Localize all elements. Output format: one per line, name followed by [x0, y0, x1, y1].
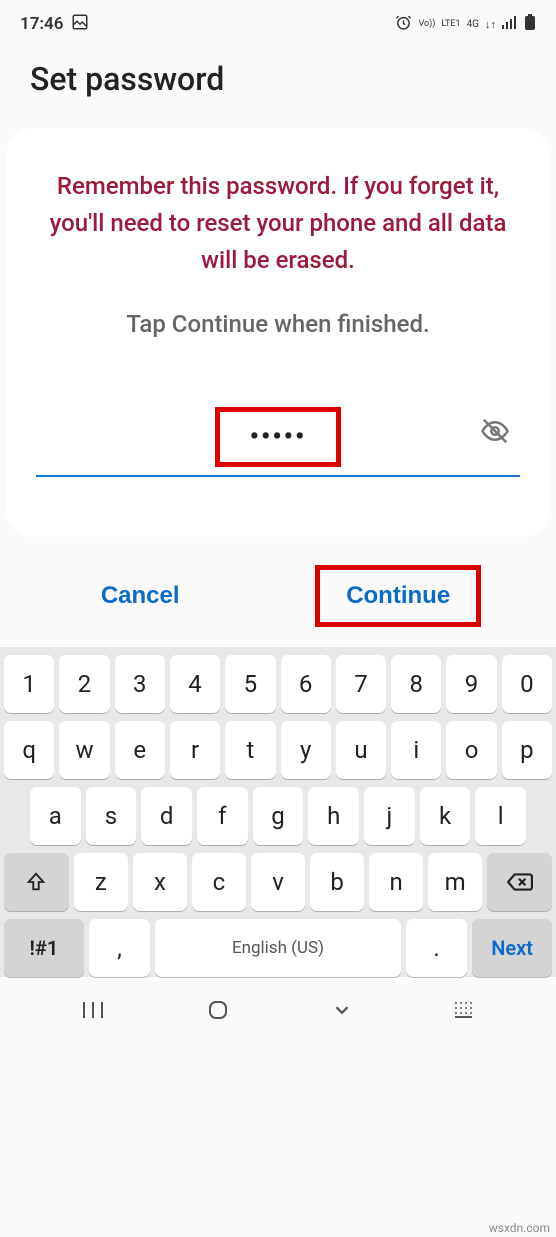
- status-bar: 17:46 Vo)) LTE1 4G ↓↑: [0, 0, 556, 40]
- action-row: Cancel Continue: [0, 537, 556, 647]
- key-e[interactable]: e: [115, 721, 165, 779]
- key-7[interactable]: 7: [336, 655, 386, 713]
- updown-icon: ↓↑: [485, 18, 496, 31]
- key-q[interactable]: q: [4, 721, 54, 779]
- network-label: LTE1: [441, 19, 460, 29]
- nav-keyboard-icon[interactable]: [454, 1001, 476, 1023]
- signal-bars-icon: [502, 15, 518, 33]
- key-k[interactable]: k: [420, 787, 471, 845]
- nav-recents-icon[interactable]: [81, 1000, 105, 1024]
- key-3[interactable]: 3: [115, 655, 165, 713]
- key-symbols[interactable]: !#1: [4, 919, 84, 977]
- key-x[interactable]: x: [133, 853, 187, 911]
- key-6[interactable]: 6: [281, 655, 331, 713]
- key-l[interactable]: l: [475, 787, 526, 845]
- key-p[interactable]: p: [502, 721, 552, 779]
- alarm-icon: [395, 14, 412, 35]
- keyboard: 1 2 3 4 5 6 7 8 9 0 q w e r t y u i o p …: [0, 647, 556, 977]
- key-period[interactable]: .: [406, 919, 467, 977]
- key-1[interactable]: 1: [4, 655, 54, 713]
- key-d[interactable]: d: [141, 787, 192, 845]
- status-time: 17:46: [20, 14, 63, 34]
- volte-label: Vo)): [418, 20, 435, 29]
- instruction-text: Tap Continue when finished.: [36, 310, 520, 338]
- key-backspace[interactable]: [487, 853, 552, 911]
- continue-button[interactable]: Continue: [315, 565, 481, 627]
- visibility-off-icon[interactable]: [480, 416, 510, 450]
- gallery-icon: [71, 13, 89, 36]
- cancel-button[interactable]: Cancel: [75, 570, 206, 622]
- key-j[interactable]: j: [364, 787, 415, 845]
- watermark: wsxdn.com: [489, 1221, 550, 1235]
- key-r[interactable]: r: [170, 721, 220, 779]
- keyboard-row-numbers: 1 2 3 4 5 6 7 8 9 0: [4, 655, 552, 713]
- key-0[interactable]: 0: [502, 655, 552, 713]
- key-shift[interactable]: [4, 853, 69, 911]
- key-v[interactable]: v: [251, 853, 305, 911]
- key-m[interactable]: m: [428, 853, 482, 911]
- key-i[interactable]: i: [391, 721, 441, 779]
- key-comma[interactable]: ,: [89, 919, 150, 977]
- warning-text: Remember this password. If you forget it…: [36, 168, 520, 280]
- keyboard-row-z: z x c v b n m: [4, 853, 552, 911]
- key-z[interactable]: z: [74, 853, 128, 911]
- key-2[interactable]: 2: [59, 655, 109, 713]
- key-f[interactable]: f: [197, 787, 248, 845]
- battery-icon: [524, 14, 536, 35]
- signal-label: 4G: [467, 19, 479, 30]
- key-9[interactable]: 9: [446, 655, 496, 713]
- key-y[interactable]: y: [281, 721, 331, 779]
- keyboard-row-bottom: !#1 , English (US) . Next: [4, 919, 552, 977]
- key-space[interactable]: English (US): [155, 919, 401, 977]
- page-title: Set password: [0, 40, 556, 128]
- key-o[interactable]: o: [446, 721, 496, 779]
- key-next[interactable]: Next: [472, 919, 552, 977]
- key-b[interactable]: b: [310, 853, 364, 911]
- key-u[interactable]: u: [336, 721, 386, 779]
- password-value: •••••: [215, 407, 342, 467]
- key-s[interactable]: s: [86, 787, 137, 845]
- key-g[interactable]: g: [253, 787, 304, 845]
- key-a[interactable]: a: [30, 787, 81, 845]
- nav-back-icon[interactable]: [331, 999, 353, 1025]
- key-n[interactable]: n: [369, 853, 423, 911]
- key-4[interactable]: 4: [170, 655, 220, 713]
- key-h[interactable]: h: [308, 787, 359, 845]
- key-w[interactable]: w: [59, 721, 109, 779]
- password-card: Remember this password. If you forget it…: [6, 128, 550, 537]
- password-input[interactable]: •••••: [36, 393, 520, 477]
- android-navbar: [0, 985, 556, 1040]
- nav-home-icon[interactable]: [206, 998, 230, 1026]
- keyboard-row-q: q w e r t y u i o p: [4, 721, 552, 779]
- key-c[interactable]: c: [192, 853, 246, 911]
- key-t[interactable]: t: [225, 721, 275, 779]
- key-5[interactable]: 5: [225, 655, 275, 713]
- keyboard-row-a: a s d f g h j k l: [4, 787, 552, 845]
- key-8[interactable]: 8: [391, 655, 441, 713]
